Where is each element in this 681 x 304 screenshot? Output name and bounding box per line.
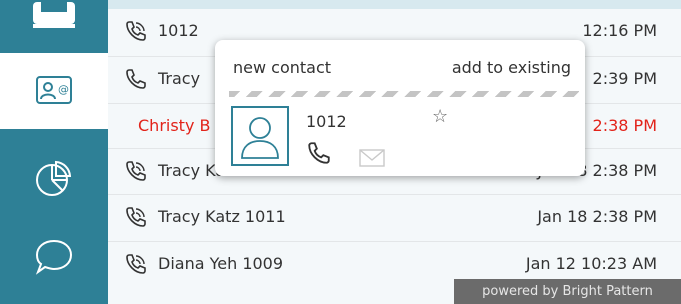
incoming-call-icon [126,161,146,181]
rail-item-reports[interactable] [0,148,108,208]
call-name: Christy B [138,116,211,135]
list-top-bar [108,0,681,9]
rail-item-chat[interactable] [0,222,108,292]
email-icon[interactable] [359,149,385,167]
call-time: Jan 12 10:23 AM [525,254,657,273]
powered-by-badge: powered by Bright Pattern [454,279,681,304]
add-to-existing-button[interactable]: add to existing [452,58,571,77]
incoming-call-icon [126,254,146,274]
call-time: 2:38 PM [592,116,657,135]
incoming-call-icon [126,207,146,227]
call-name: 1012 [158,21,199,40]
call-time: 2:39 PM [592,69,657,88]
person-silhouette-icon [241,117,279,159]
contact-popup: new contact add to existing 1012 ☆ [215,40,585,176]
chat-bubble-icon [35,239,73,275]
rail-item-directory[interactable] [0,0,108,34]
call-name: Tracy [158,69,201,88]
contact-card-icon: @ [36,76,72,104]
call-time: Jan 18 2:38 PM [537,207,657,226]
favorite-star-icon[interactable]: ☆ [432,106,448,127]
call-icon[interactable] [306,140,332,166]
new-contact-button[interactable]: new contact [233,58,331,77]
left-nav-rail: @ [0,0,108,304]
outgoing-call-icon [126,69,146,89]
avatar [231,106,289,166]
call-row[interactable]: Tracy Katz 1011 Jan 18 2:38 PM [108,195,681,242]
contact-number: 1012 [306,112,347,131]
call-name: Diana Yeh 1009 [158,254,284,273]
call-name: Tracy Katz 1011 [158,207,286,226]
incoming-call-icon [126,21,146,41]
rail-item-contacts[interactable]: @ [0,53,108,129]
pie-chart-icon [36,160,72,196]
popup-divider [229,91,579,97]
phone-book-icon [33,2,75,28]
svg-text:@: @ [58,83,69,96]
call-time: 12:16 PM [582,21,657,40]
